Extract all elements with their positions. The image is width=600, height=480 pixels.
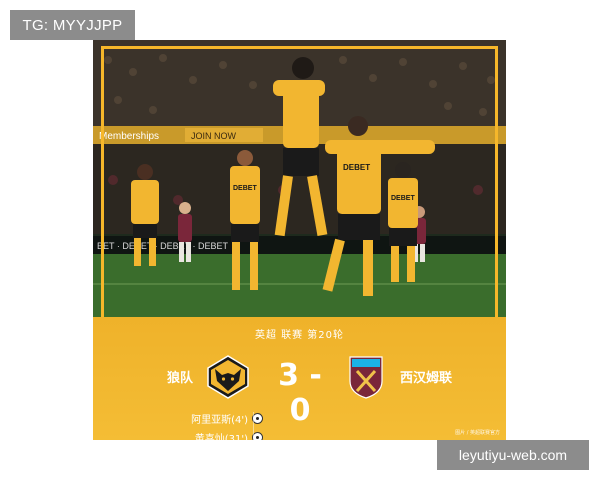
round-label: 英超 联赛 第20轮	[254, 330, 345, 341]
photo-credit: 图片 / 英超联赛官方	[455, 430, 500, 436]
shirt-sponsor-1: DEBET	[233, 185, 257, 192]
home-team-name: 狼队	[167, 371, 194, 386]
goal-scorers-list: 阿里亚斯(4') 黄喜灿(31')	[163, 409, 263, 440]
match-result-card: Memberships JOIN NOW BET · DEBET · DEBET…	[93, 40, 506, 440]
banner-memberships: Memberships	[99, 131, 159, 142]
wolves-crest-icon	[207, 355, 249, 399]
scorer-name: 黄喜灿(31')	[194, 434, 248, 440]
shirt-sponsor-3: DEBET	[391, 195, 415, 202]
banner-join-now: JOIN NOW	[191, 131, 237, 141]
score-panel: 英超 联赛 第20轮 狼队 3 - 0 西汉姆联 阿里亚斯(4') 黄喜灿(31…	[93, 317, 506, 440]
watermark-tg-label: TG: MYYJJPP	[10, 10, 135, 40]
away-team-name: 西汉姆联	[400, 371, 453, 386]
scorer-row: 阿里亚斯(4')	[163, 409, 263, 428]
match-celebration-photo: Memberships JOIN NOW BET · DEBET · DEBET…	[93, 40, 506, 317]
scorer-row: 黄喜灿(31')	[163, 428, 263, 440]
west-ham-crest-icon	[349, 356, 383, 399]
ad-board-text: BET · DEBET · DEBET · DEBET	[97, 241, 229, 251]
divider	[253, 412, 254, 440]
shirt-sponsor-2: DEBET	[343, 163, 370, 172]
match-score: 3 - 0	[278, 358, 322, 428]
watermark-site-label: leyutiyu-web.com	[437, 440, 589, 470]
scorer-name: 阿里亚斯(4')	[191, 415, 248, 426]
